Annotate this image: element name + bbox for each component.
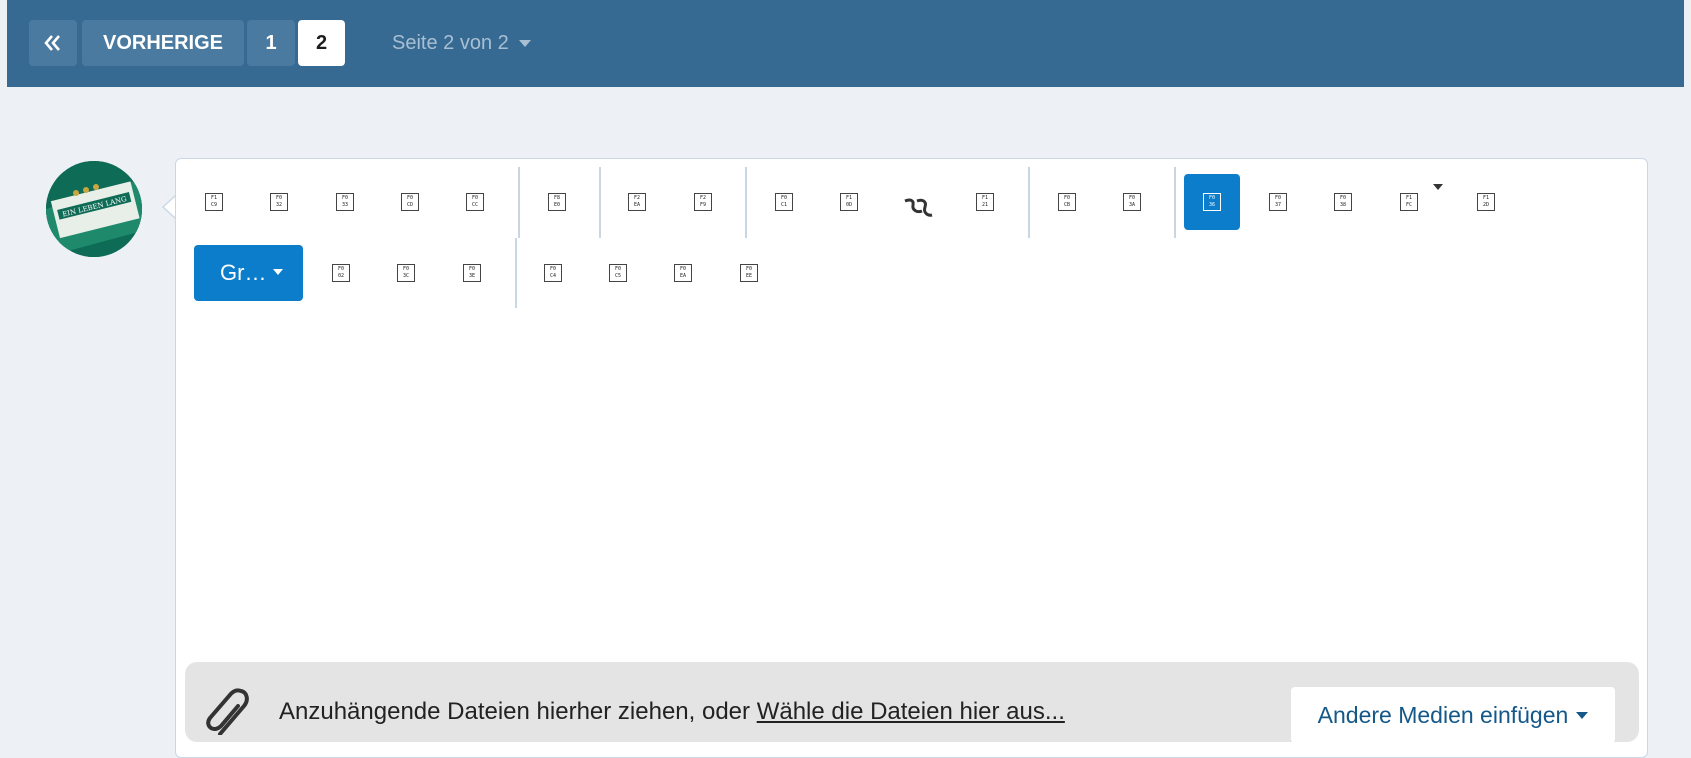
font-color-button[interactable]: F8 E0: [529, 174, 585, 230]
spoiler-icon: F0 3E: [463, 264, 481, 282]
toolbar-separator: [1174, 167, 1176, 238]
insert-dropdown-button[interactable]: F1 FC: [1381, 174, 1443, 230]
editor-pointer: [162, 195, 176, 219]
table-icon: F0 3A: [1123, 193, 1141, 211]
strikethrough-button[interactable]: F0 CD: [382, 174, 438, 230]
image-button[interactable]: F1 0D: [821, 174, 877, 230]
draft-icon: F0 C4: [544, 264, 562, 282]
double-chevron-left-icon: [44, 35, 60, 51]
font-size-icon: F2 F9: [694, 193, 712, 211]
media-icon: F1 21: [976, 193, 994, 211]
italic-icon: F0 32: [270, 193, 288, 211]
list-icon: F0 CB: [1058, 193, 1076, 211]
toolbar-separator: [515, 238, 517, 308]
preview-icon: F0 C5: [609, 264, 627, 282]
settings-button[interactable]: F0 EE: [721, 245, 777, 301]
bold-button[interactable]: F1 C9: [186, 174, 242, 230]
choose-files-link[interactable]: Wähle die Dateien hier aus...: [757, 698, 1065, 725]
fullscreen-icon: F0 EA: [674, 264, 692, 282]
page-jump-label: Seite 2 von 2: [392, 31, 509, 54]
more-icon: F0 CC: [466, 193, 484, 211]
strikethrough-icon: F0 CD: [401, 193, 419, 211]
align-center-button[interactable]: F0 37: [1250, 174, 1306, 230]
spoiler-button[interactable]: F0 3E: [444, 245, 500, 301]
page-1-button[interactable]: 1: [247, 20, 295, 66]
first-page-button[interactable]: [29, 20, 77, 66]
insert-other-media-label: Andere Medien einfügen: [1317, 701, 1569, 728]
chevron-down-icon: [1433, 184, 1443, 190]
more-text-button[interactable]: F0 CC: [447, 174, 503, 230]
quote-icon: F0 02: [332, 264, 350, 282]
font-color-icon: F8 E0: [548, 193, 566, 211]
italic-button[interactable]: F0 32: [251, 174, 307, 230]
draft-button[interactable]: F0 C4: [525, 245, 581, 301]
align-center-icon: F0 37: [1269, 193, 1287, 211]
toolbar-separator: [745, 167, 747, 238]
heading-dropdown-button[interactable]: Gr…: [194, 245, 303, 301]
insert-icon: F1 FC: [1400, 193, 1418, 211]
font-icon: F2 EA: [628, 193, 646, 211]
media-button[interactable]: F1 21: [957, 174, 1013, 230]
link-icon: F0 C1: [775, 193, 793, 211]
avatar-image: EIN LEBEN LANG: [46, 161, 142, 257]
list-button[interactable]: F0 CB: [1039, 174, 1095, 230]
heading-dropdown-label: Gr…: [220, 260, 267, 285]
toolbar-separator: [518, 167, 520, 238]
quote-button[interactable]: F0 02: [313, 245, 369, 301]
toolbar-separator: [1028, 167, 1030, 238]
code-icon: F0 3C: [397, 264, 415, 282]
code-button[interactable]: F0 3C: [378, 245, 434, 301]
undo-icon: F1 2D: [1477, 193, 1495, 211]
toolbar-separator: [599, 167, 601, 238]
chevron-down-icon: [273, 269, 283, 275]
attachment-text: Anzuhängende Dateien hierher ziehen, ode…: [279, 698, 757, 725]
chevron-down-icon: [518, 39, 531, 47]
align-right-button[interactable]: F0 38: [1315, 174, 1371, 230]
align-right-icon: F0 38: [1334, 193, 1352, 211]
smilie-button[interactable]: [890, 178, 946, 234]
avatar[interactable]: EIN LEBEN LANG: [46, 161, 142, 257]
table-button[interactable]: F0 3A: [1104, 174, 1160, 230]
attachment-instructions: Anzuhängende Dateien hierher ziehen, ode…: [279, 698, 1065, 726]
page-jump-dropdown[interactable]: Seite 2 von 2: [392, 20, 531, 66]
font-size-button[interactable]: F2 F9: [675, 174, 731, 230]
preview-button[interactable]: F0 C5: [590, 245, 646, 301]
smilie-icon: [904, 198, 933, 217]
underline-button[interactable]: F0 33: [317, 174, 373, 230]
link-button[interactable]: F0 C1: [756, 174, 812, 230]
paperclip-icon: [206, 688, 249, 735]
chevron-down-icon: [1576, 711, 1589, 719]
fullscreen-button[interactable]: F0 EA: [655, 245, 711, 301]
font-family-button[interactable]: F2 EA: [609, 174, 665, 230]
image-icon: F1 0D: [840, 193, 858, 211]
align-left-icon: F0 36: [1203, 193, 1221, 211]
page-2-button[interactable]: 2: [298, 20, 345, 66]
bold-icon: F1 C9: [205, 193, 223, 211]
underline-icon: F0 33: [336, 193, 354, 211]
settings-icon: F0 EE: [740, 264, 758, 282]
align-left-button[interactable]: F0 36: [1184, 174, 1240, 230]
undo-button[interactable]: F1 2D: [1458, 174, 1514, 230]
previous-page-button[interactable]: VORHERIGE: [82, 20, 244, 66]
